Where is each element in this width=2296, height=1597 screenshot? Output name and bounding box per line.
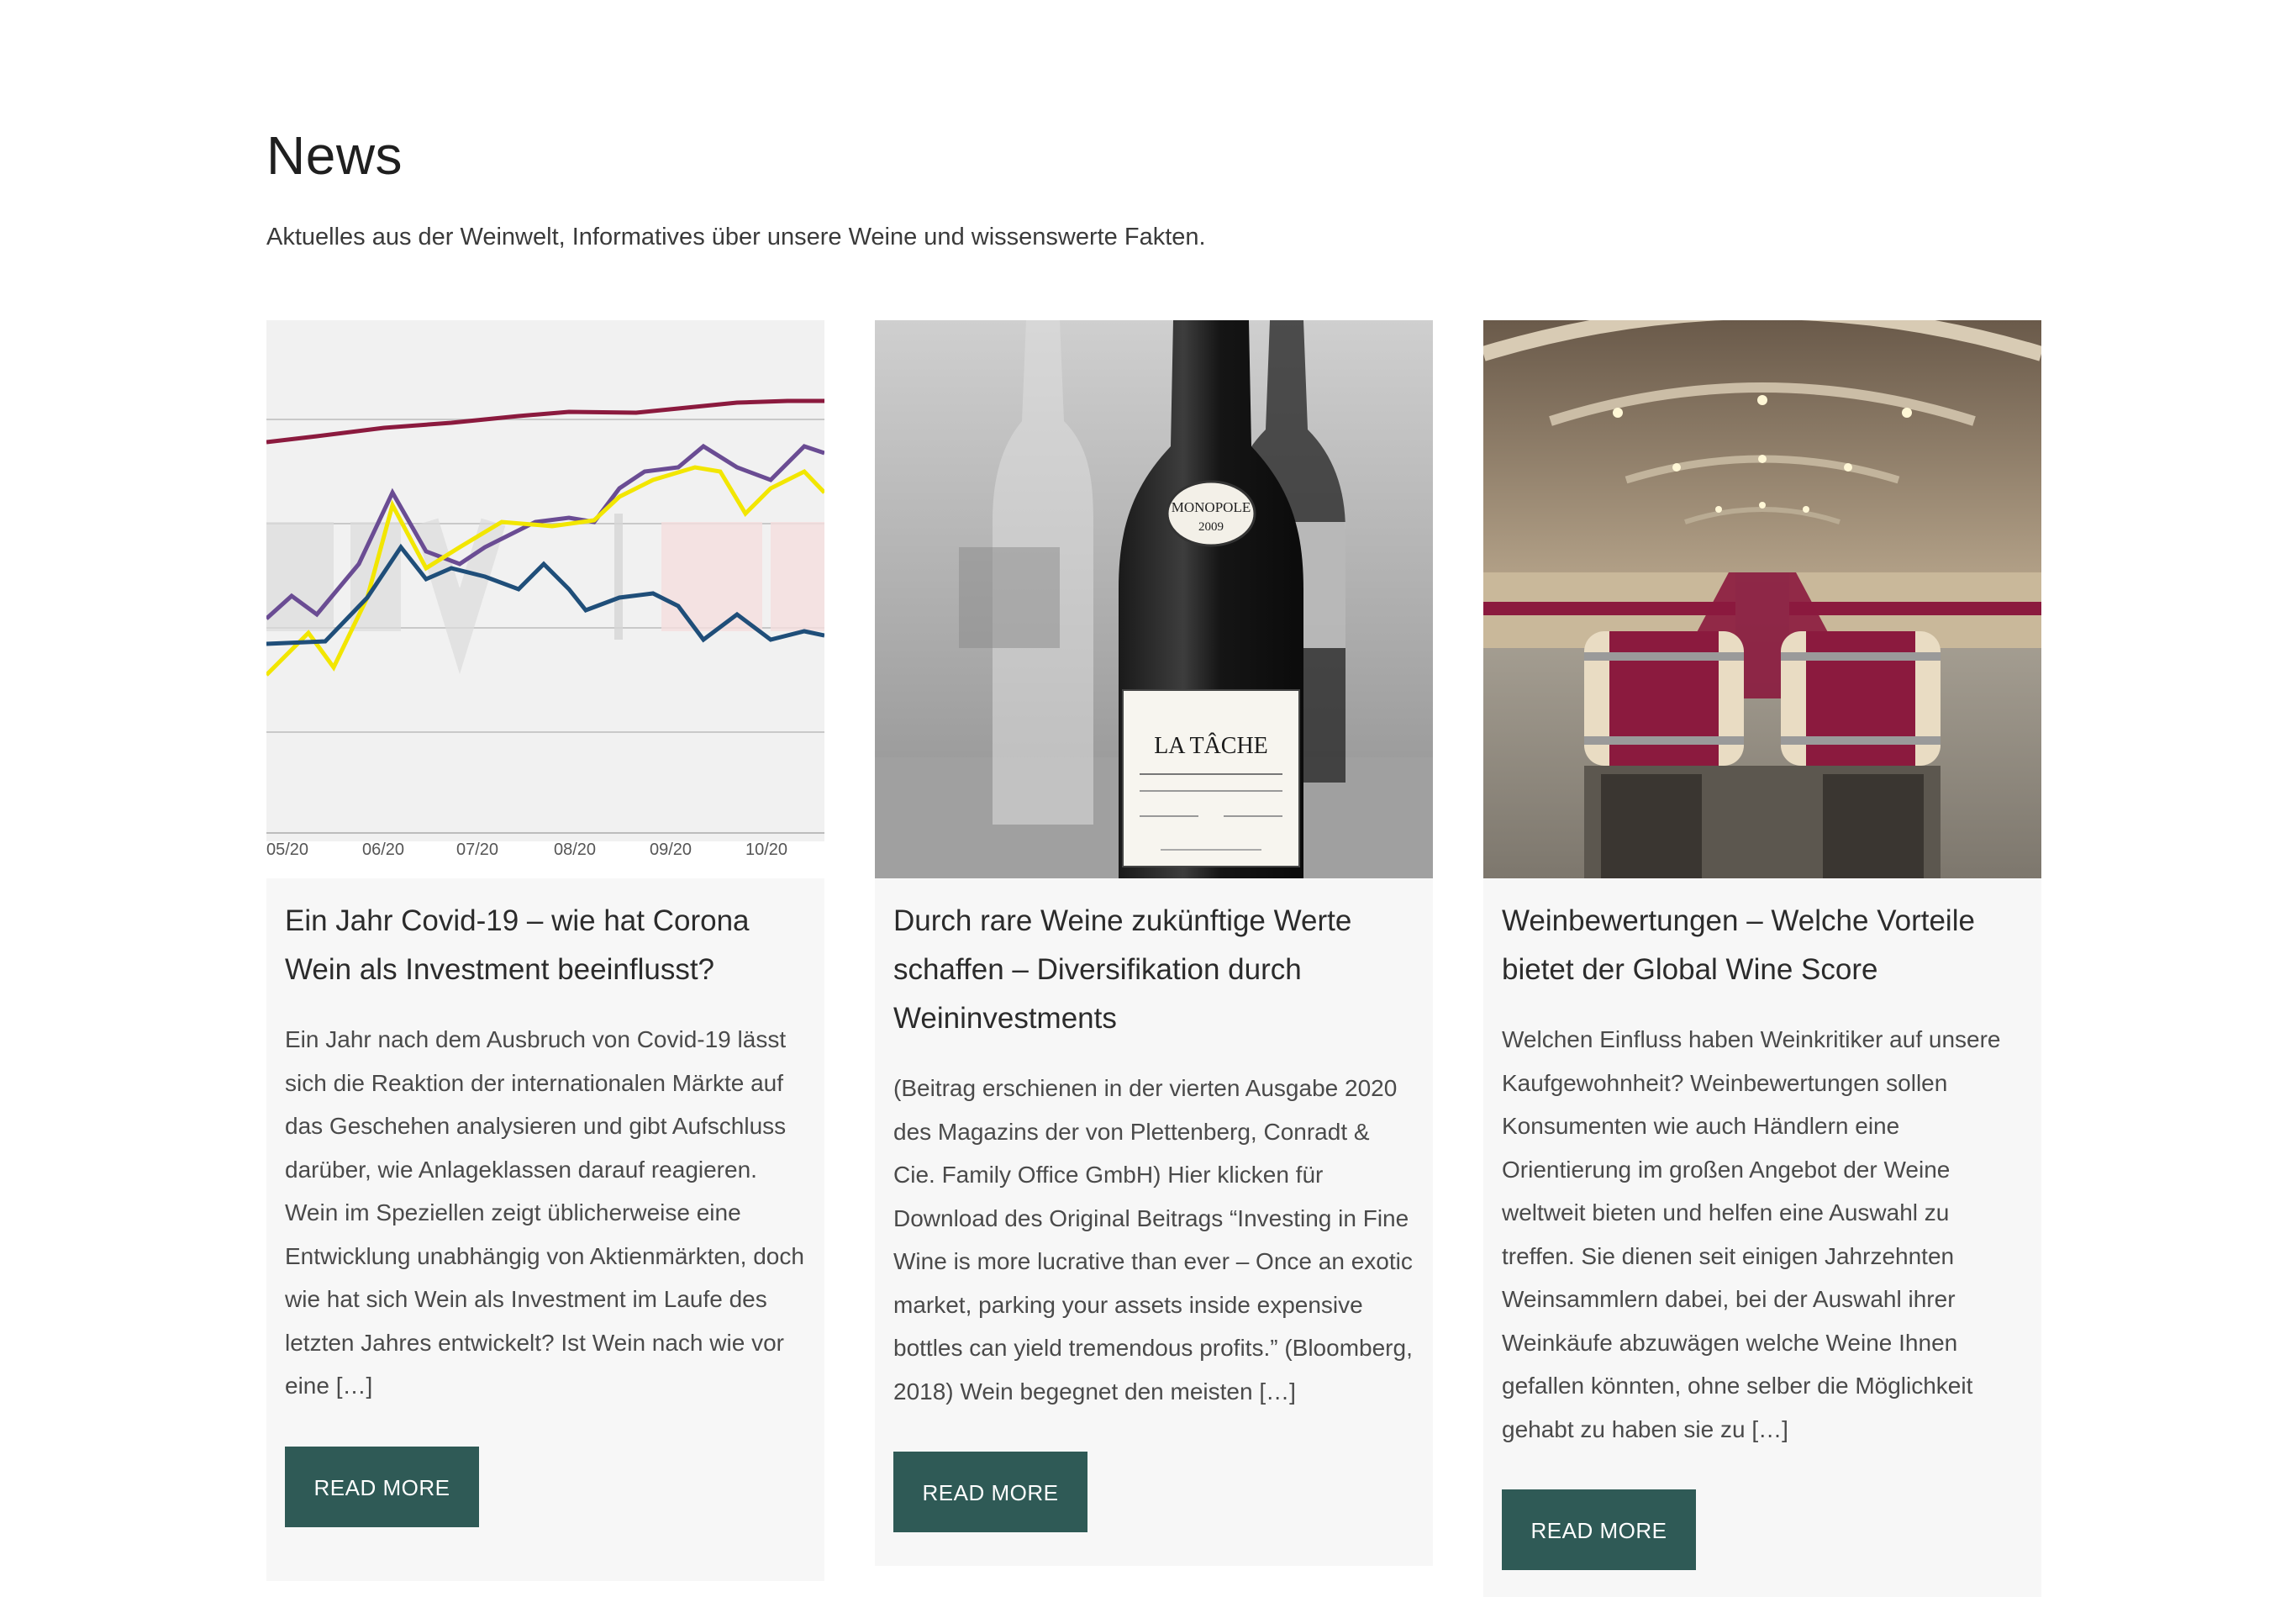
svg-text:06/20: 06/20 — [362, 841, 404, 859]
card-body: Weinbewertungen – Welche Vorteile bietet… — [1483, 878, 2041, 1570]
read-more-button[interactable]: READ MORE — [893, 1452, 1087, 1532]
news-card-covid: 05/20 06/20 07/20 08/20 09/20 10/20 Ein … — [266, 320, 824, 1581]
bottle-label — [1122, 689, 1300, 867]
svg-text:10/20: 10/20 — [745, 841, 787, 859]
news-card-grid: 05/20 06/20 07/20 08/20 09/20 10/20 Ein … — [266, 320, 2041, 1597]
read-more-button[interactable]: READ MORE — [1502, 1489, 1696, 1570]
wine-cellar-image — [1483, 320, 2041, 878]
card-title[interactable]: Durch rare Weine zukünftige Werte schaff… — [893, 897, 1414, 1043]
card-excerpt: (Beitrag erschienen in der vierten Ausga… — [893, 1075, 1413, 1405]
svg-text:05/20: 05/20 — [266, 841, 308, 859]
card-body: Ein Jahr Covid-19 – wie hat Corona Wein … — [266, 878, 824, 1527]
svg-text:07/20: 07/20 — [456, 841, 498, 859]
card-excerpt: Ein Jahr nach dem Ausbruch von Covid-19 … — [285, 1026, 804, 1399]
svg-text:2009: 2009 — [1198, 520, 1224, 534]
card-body: Durch rare Weine zukünftige Werte schaff… — [875, 878, 1433, 1532]
wine-bottle-image: MONOPOLE 2009 LA TÂCHE — [875, 320, 1433, 878]
svg-text:08/20: 08/20 — [554, 841, 596, 859]
card-title[interactable]: Ein Jahr Covid-19 – wie hat Corona Wein … — [285, 897, 806, 994]
card-image-bottle[interactable]: MONOPOLE 2009 LA TÂCHE — [875, 320, 1433, 878]
news-card-rare-wines: MONOPOLE 2009 LA TÂCHE Durch rare Weine … — [875, 320, 1433, 1566]
news-page: News Aktuelles aus der Weinwelt, Informa… — [0, 0, 2296, 1597]
card-title[interactable]: Weinbewertungen – Welche Vorteile bietet… — [1502, 897, 2023, 994]
svg-text:09/20: 09/20 — [650, 841, 692, 859]
section-title: News — [266, 125, 403, 186]
news-card-wine-score: Weinbewertungen – Welche Vorteile bietet… — [1483, 320, 2041, 1597]
card-excerpt: Welchen Einfluss haben Weinkritiker auf … — [1502, 1026, 2001, 1442]
svg-text:MONOPOLE: MONOPOLE — [1172, 499, 1251, 515]
svg-text:LA TÂCHE: LA TÂCHE — [1154, 733, 1268, 759]
card-image-chart[interactable]: 05/20 06/20 07/20 08/20 09/20 10/20 — [266, 320, 824, 878]
section-intro: Aktuelles aus der Weinwelt, Informatives… — [266, 224, 1206, 250]
card-image-cellar[interactable] — [1483, 320, 2041, 878]
read-more-button[interactable]: READ MORE — [285, 1446, 479, 1527]
market-chart-image: 05/20 06/20 07/20 08/20 09/20 10/20 — [266, 320, 824, 878]
